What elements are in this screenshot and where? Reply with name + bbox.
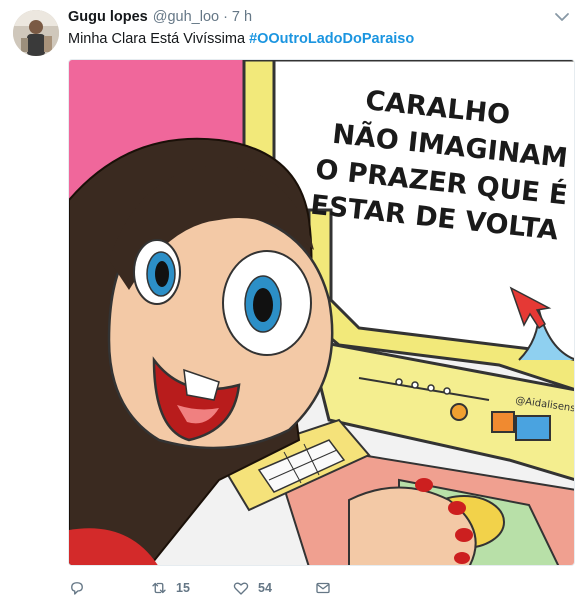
reply-icon — [71, 582, 83, 595]
tweet-image[interactable]: CARALHO NÃO IMAGINAM O PRAZER QUE É ESTA… — [68, 59, 575, 566]
timestamp[interactable]: 7 h — [232, 9, 252, 25]
like-count: 54 — [258, 581, 272, 595]
reply-button[interactable] — [68, 579, 150, 597]
tweet-text: Minha Clara Está Vivíssima #OOutroLadoDo… — [68, 30, 414, 49]
separator: · — [223, 9, 228, 25]
envelope-icon — [316, 582, 330, 594]
retweet-count: 15 — [176, 581, 190, 595]
author-name[interactable]: Gugu lopes — [68, 9, 148, 25]
author-handle[interactable]: @guh_loo — [153, 9, 219, 25]
tweet-header: Gugu lopes @guh_loo · 7 h — [68, 9, 252, 29]
like-button[interactable]: 54 — [232, 579, 314, 597]
heart-icon — [233, 582, 249, 595]
retweet-icon — [152, 582, 166, 594]
direct-message-button[interactable] — [314, 579, 332, 597]
hashtag-link[interactable]: #OOutroLadoDoParaiso — [249, 31, 414, 47]
tweet-actions: 15 54 — [68, 578, 332, 598]
tweet-body: Minha Clara Está Vivíssima — [68, 31, 246, 47]
avatar[interactable] — [13, 10, 59, 56]
tweet: Gugu lopes @guh_loo · 7 h Minha Clara Es… — [0, 0, 583, 606]
retweet-button[interactable]: 15 — [150, 579, 232, 597]
chevron-down-icon[interactable] — [553, 8, 571, 26]
